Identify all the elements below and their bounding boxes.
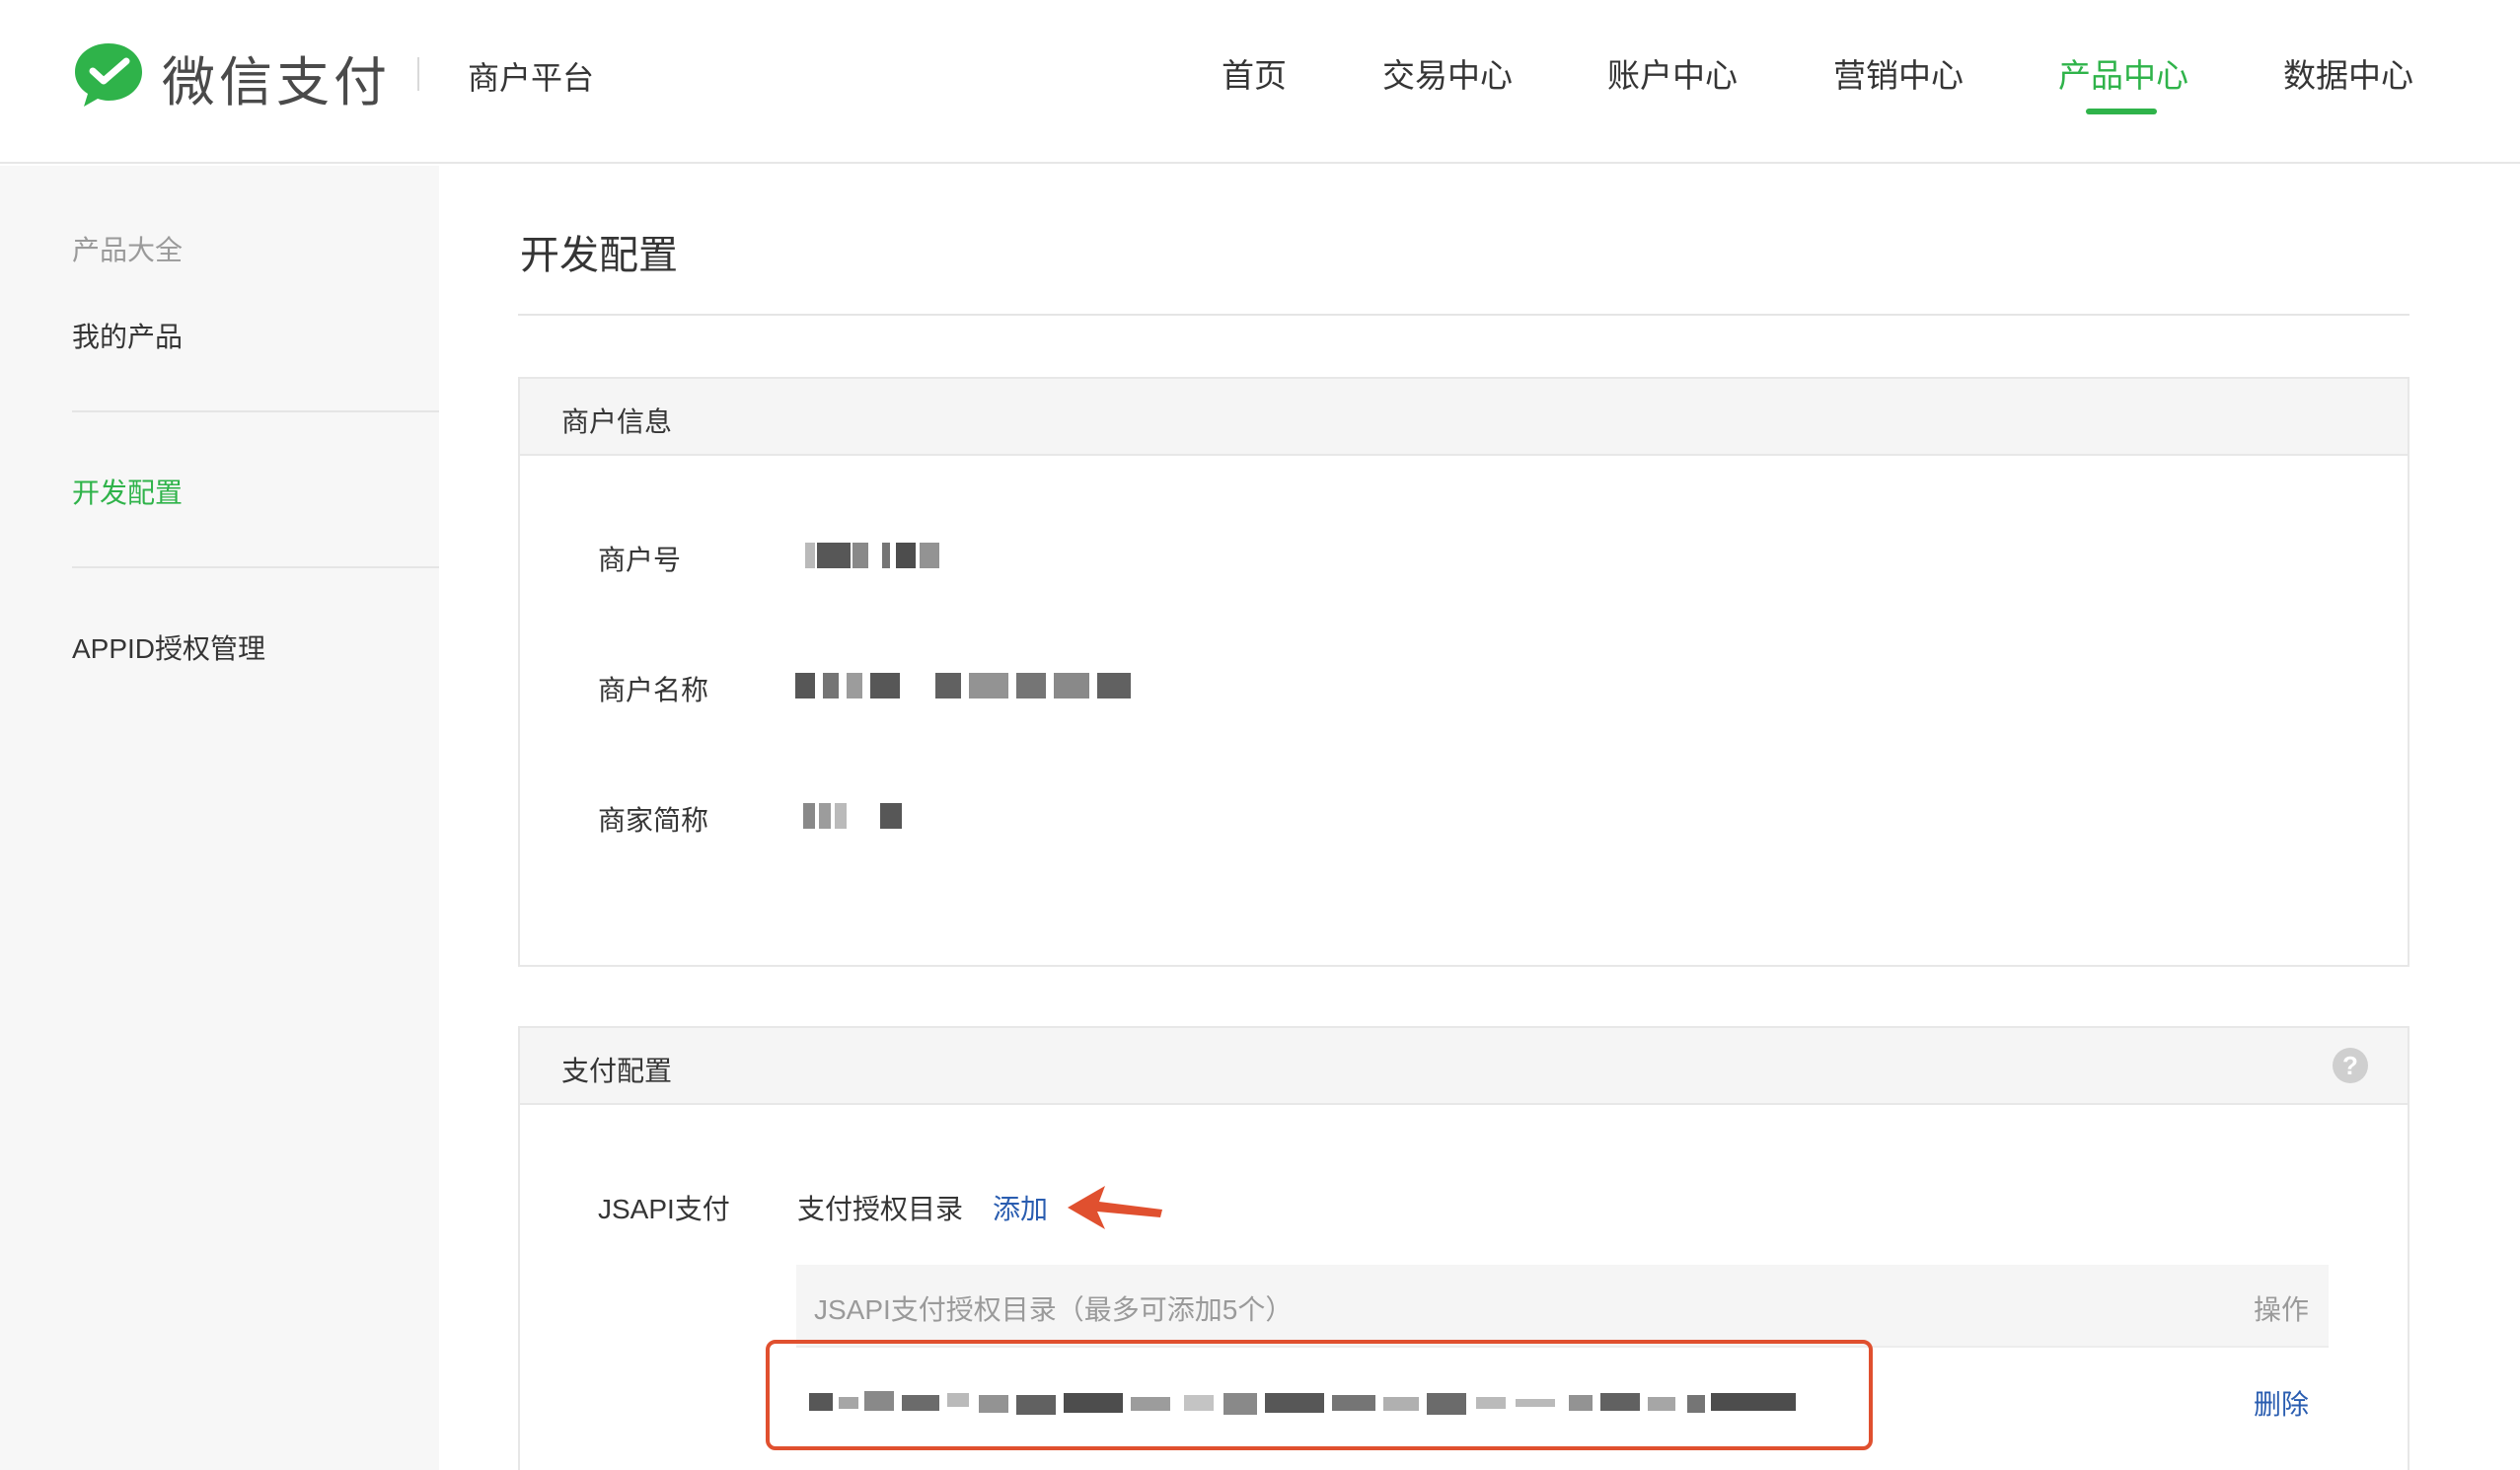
sidebar-item-appid-auth[interactable]: APPID授权管理: [72, 627, 265, 667]
nav-active-indicator: [2086, 109, 2157, 114]
jsapi-pay-label: JSAPI支付: [598, 1194, 730, 1224]
nav-data[interactable]: 数据中心: [2283, 49, 2413, 97]
annotation-highlight-box: [766, 1340, 1873, 1450]
auth-directory-table-header: JSAPI支付授权目录（最多可添加5个） 操作: [796, 1265, 2329, 1346]
merchant-short-name-label: 商家简称: [598, 805, 709, 836]
merchant-name-value-redacted: [795, 673, 1131, 698]
auth-directory-label: 支付授权目录: [797, 1194, 964, 1224]
nav-marketing[interactable]: 营销中心: [1833, 49, 1964, 97]
annotation-arrow-icon: [1068, 1186, 1162, 1229]
sidebar-heading-all-products[interactable]: 产品大全: [72, 229, 183, 268]
title-divider: [518, 314, 2409, 316]
payment-config-title: 支付配置: [561, 1056, 673, 1086]
merchant-id-label: 商户号: [598, 545, 682, 575]
table-header-directory: JSAPI支付授权目录（最多可添加5个）: [814, 1294, 1294, 1325]
brand-logo[interactable]: 微信支付: [71, 39, 391, 114]
merchant-id-value-redacted: [805, 543, 939, 568]
payment-config-header: 支付配置 ?: [520, 1028, 2408, 1105]
wechat-pay-logo-icon: [75, 43, 142, 107]
nav-products[interactable]: 产品中心: [2058, 49, 2188, 97]
top-header: 微信支付 商户平台 首页 交易中心 账户中心 营销中心 产品中心 数据中心: [0, 0, 2520, 164]
merchant-name-label: 商户名称: [598, 675, 709, 705]
sidebar-divider: [72, 410, 439, 412]
page-title: 开发配置: [520, 234, 678, 277]
header-divider: [417, 57, 419, 91]
sidebar-divider: [72, 566, 439, 568]
table-header-action: 操作: [2253, 1294, 2309, 1325]
merchant-short-name-value-redacted: [803, 803, 906, 829]
sidebar-item-dev-config[interactable]: 开发配置: [72, 472, 183, 511]
nav-home[interactable]: 首页: [1222, 49, 1287, 97]
merchant-info-title: 商户信息: [561, 406, 673, 437]
merchant-info-header: 商户信息: [520, 379, 2408, 456]
delete-directory-link[interactable]: 删除: [2254, 1383, 2309, 1423]
nav-account[interactable]: 账户中心: [1607, 49, 1738, 97]
merchant-info-panel: 商户信息: [518, 377, 2409, 967]
sidebar-item-my-products[interactable]: 我的产品: [72, 316, 183, 355]
brand-name: 微信支付: [162, 50, 391, 113]
platform-title: 商户平台: [468, 60, 595, 96]
question-circle-icon[interactable]: ?: [2333, 1048, 2368, 1083]
add-directory-link[interactable]: 添加: [993, 1188, 1048, 1227]
sidebar: [0, 166, 439, 1470]
nav-transactions[interactable]: 交易中心: [1382, 49, 1513, 97]
